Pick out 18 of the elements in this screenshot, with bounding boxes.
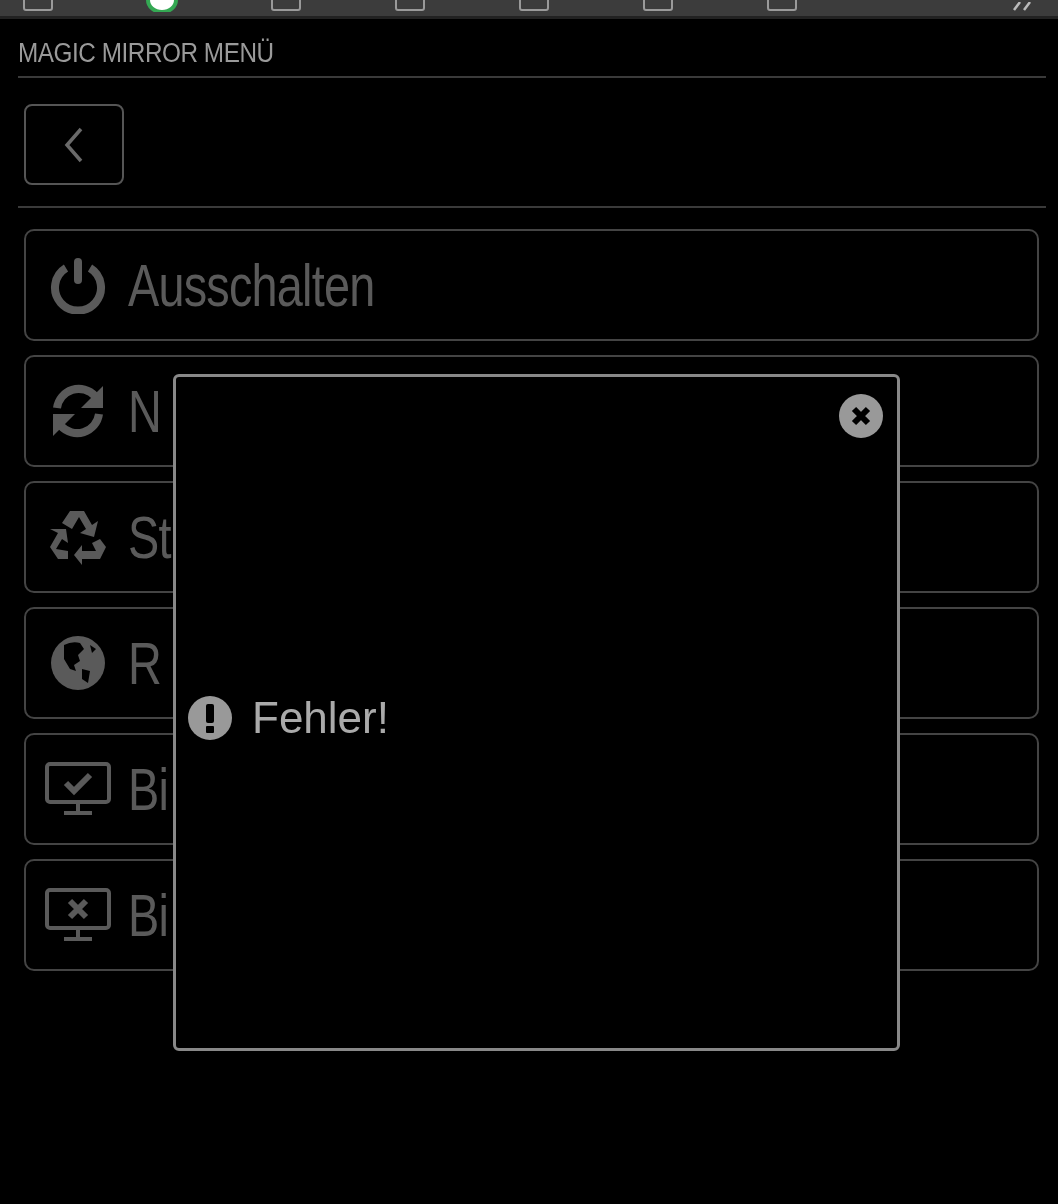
error-message: Fehler! bbox=[252, 693, 389, 743]
bookmark-folder-icon[interactable] bbox=[766, 0, 798, 12]
power-icon bbox=[49, 256, 107, 314]
bookmark-folder-icon[interactable] bbox=[642, 0, 674, 12]
monitor-check-icon bbox=[44, 761, 112, 817]
bookmark-folder-icon[interactable] bbox=[22, 0, 54, 12]
bookmark-folder-icon[interactable] bbox=[270, 0, 302, 12]
menu-item-button[interactable]: Ausschalten bbox=[24, 229, 1039, 341]
monitor-x-icon bbox=[44, 887, 112, 943]
warning-icon bbox=[188, 696, 232, 740]
bookmark-folder-icon[interactable] bbox=[518, 0, 550, 12]
menu-title: MAGIC MIRROR MENÜ bbox=[18, 37, 275, 69]
back-chevron-icon bbox=[63, 126, 85, 163]
more-chevron-icon[interactable] bbox=[1012, 2, 1034, 12]
bookmark-folder-icon[interactable] bbox=[394, 0, 426, 12]
back-button[interactable] bbox=[24, 104, 124, 185]
close-icon[interactable] bbox=[839, 394, 883, 438]
globe-icon bbox=[50, 635, 106, 691]
